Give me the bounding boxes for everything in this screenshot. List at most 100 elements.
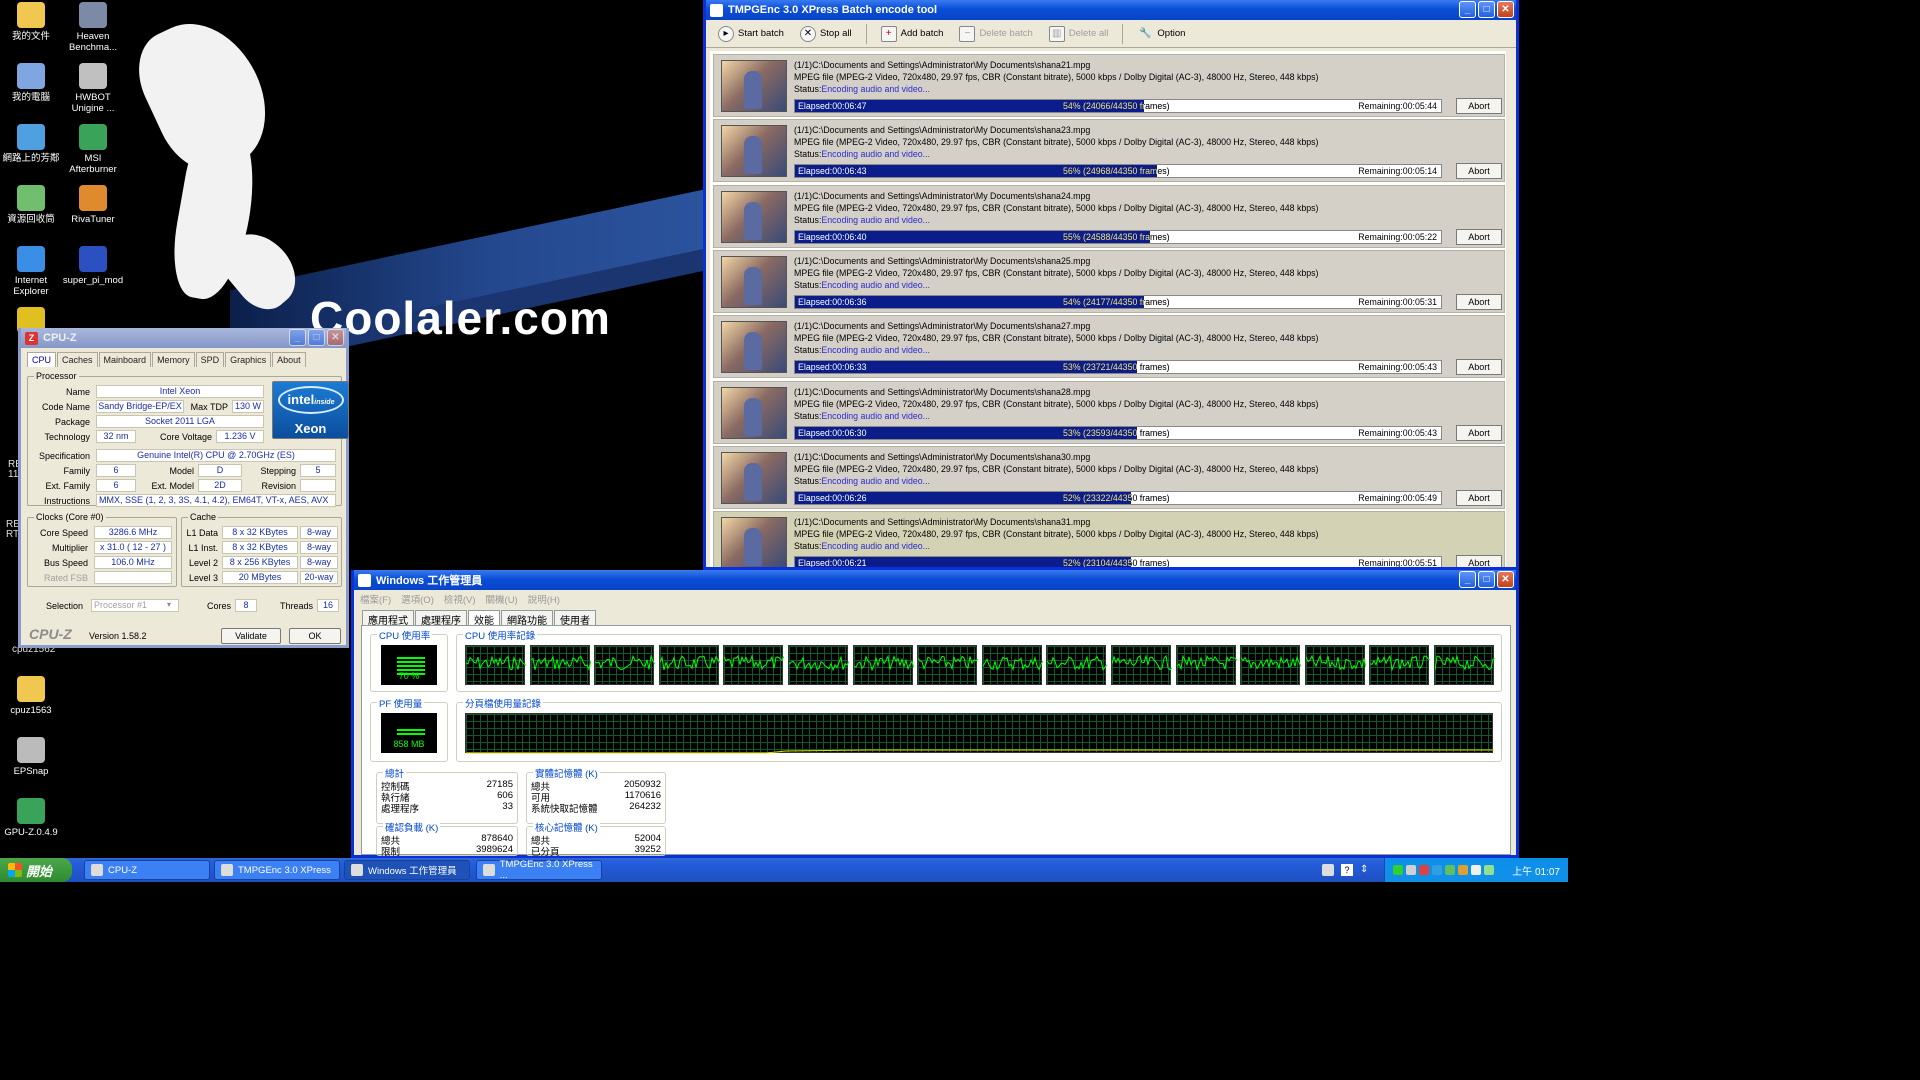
tray-icon[interactable] (1458, 865, 1468, 875)
maximize-button[interactable]: □ (1478, 571, 1495, 588)
ok-button[interactable]: OK (289, 628, 341, 644)
taskbar-button[interactable]: CPU-Z (84, 860, 210, 880)
minimize-button[interactable]: _ (1459, 571, 1476, 588)
desktop-icon[interactable]: RivaTuner (62, 185, 124, 225)
help-icon[interactable]: ? (1341, 864, 1353, 876)
minimize-button[interactable]: _ (289, 329, 306, 346)
batch-job-row[interactable]: (1/1)C:\Documents and Settings\Administr… (713, 249, 1505, 313)
ext-family-value: 6 (96, 479, 136, 492)
option-button[interactable]: 🔧 Option (1131, 24, 1191, 44)
job-status: Status:Encoding audio and video... (794, 280, 930, 290)
tab-about[interactable]: About (272, 352, 306, 367)
language-bar-icon[interactable]: ⇕ (1360, 864, 1370, 876)
desktop-icon[interactable]: 我的電腦 (0, 63, 62, 103)
batch-job-row[interactable]: (1/1)C:\Documents and Settings\Administr… (713, 380, 1505, 444)
pf-usage-gauge: 858 MB (381, 713, 437, 753)
batch-job-row[interactable]: (1/1)C:\Documents and Settings\Administr… (713, 119, 1505, 183)
validate-button[interactable]: Validate (221, 628, 281, 644)
batch-job-row[interactable]: (1/1)C:\Documents and Settings\Administr… (713, 184, 1505, 248)
totals-group: 總計 控制碼 27185 執行緒 606 處理程序 33 (376, 766, 518, 824)
chevron-down-icon[interactable]: ▾ (167, 600, 171, 609)
tray-icon[interactable] (1484, 865, 1494, 875)
desktop-icon[interactable]: Internet Explorer (0, 246, 62, 297)
abort-button[interactable]: Abort (1456, 555, 1502, 567)
menu-item[interactable]: 檢視(V) (444, 592, 476, 606)
batch-job-row[interactable]: (1/1)C:\Documents and Settings\Administr… (713, 445, 1505, 509)
desktop-icon[interactable]: super_pi_mod (62, 246, 124, 286)
menu-item[interactable]: 選項(O) (401, 592, 434, 606)
tab-memory[interactable]: Memory (152, 352, 195, 367)
abort-button[interactable]: Abort (1456, 424, 1502, 441)
tray-icon[interactable] (1432, 865, 1442, 875)
desktop-icon[interactable]: MSI Afterburner (62, 124, 124, 175)
job-elapsed: Elapsed:00:06:36 (798, 296, 867, 307)
menu-item[interactable]: 檔案(F) (360, 592, 391, 606)
keyboard-icon[interactable] (1322, 864, 1334, 876)
technology-label: Technology (44, 432, 90, 442)
tray-icon[interactable] (1419, 865, 1429, 875)
abort-button[interactable]: Abort (1456, 98, 1502, 114)
tab-cpu[interactable]: CPU (27, 352, 57, 367)
cache-group: Cache L1 Data 8 x 32 KBytes 8-way L1 Ins… (181, 512, 342, 587)
volume-icon[interactable] (1471, 865, 1481, 875)
batch-job-row[interactable]: (1/1)C:\Documents and Settings\Administr… (713, 54, 1505, 117)
clock[interactable]: 上午 01:07 (1512, 863, 1560, 878)
menu-item[interactable]: 說明(H) (528, 592, 560, 606)
desktop-icon[interactable]: Heaven Benchma... (62, 2, 124, 53)
tab-mainboard[interactable]: Mainboard (98, 352, 152, 367)
maximize-button[interactable]: □ (308, 329, 325, 346)
level3-way: 20-way (300, 571, 338, 584)
desktop-icon[interactable]: cpuz1563 (0, 676, 62, 716)
performance-panel: CPU 使用率 70 % CPU 使用率記錄 PF 使用量 858 MB 分頁檔… (361, 625, 1511, 858)
batch-job-list[interactable]: (1/1)C:\Documents and Settings\Administr… (710, 51, 1506, 567)
delete-batch-button[interactable]: − Delete batch (953, 24, 1038, 44)
model-value: D (198, 464, 242, 477)
batch-job-row[interactable]: (1/1)C:\Documents and Settings\Administr… (713, 315, 1505, 379)
taskbar-button[interactable]: TMPGEnc 3.0 XPress ... (476, 859, 602, 881)
maximize-button[interactable]: □ (1478, 1, 1495, 18)
abort-button[interactable]: Abort (1456, 228, 1502, 245)
tmpgenc-titlebar[interactable]: TMPGEnc 3.0 XPress Batch encode tool _ □… (706, 0, 1516, 20)
menu-item[interactable]: 關機(U) (486, 592, 518, 606)
abort-button[interactable]: Abort (1456, 489, 1502, 506)
tab-caches[interactable]: Caches (57, 352, 98, 367)
desktop-icon[interactable]: EPSnap (0, 737, 62, 777)
job-status: Status:Encoding audio and video... (794, 84, 930, 94)
video-thumbnail (721, 517, 787, 567)
tray-icon[interactable] (1393, 865, 1403, 875)
batch-job-row[interactable]: (1/1)C:\Documents and Settings\Administr… (713, 511, 1505, 567)
job-progress-bar: Elapsed:00:06:40 55% (24588/44350 frames)… (794, 229, 1442, 244)
stop-all-button[interactable]: ✕ Stop all (794, 24, 858, 44)
close-button[interactable]: ✕ (327, 329, 344, 346)
delete-all-button[interactable]: ▥ Delete all (1043, 24, 1115, 44)
ext-model-label: Ext. Model (151, 481, 194, 491)
desktop-icon[interactable]: 網路上的芳鄰 (0, 124, 62, 164)
task-manager-titlebar[interactable]: Windows 工作管理員 _ □ ✕ (354, 570, 1516, 590)
abort-button[interactable]: Abort (1456, 293, 1502, 310)
cpuz-titlebar[interactable]: Z CPU-Z _ □ ✕ (21, 328, 346, 348)
taskbar-button[interactable]: TMPGEnc 3.0 XPress (214, 860, 340, 880)
desktop-icon[interactable]: 資源回收筒 (0, 185, 62, 225)
desktop-icon[interactable]: 我的文件 (0, 2, 62, 42)
start-batch-button[interactable]: ▸ Start batch (712, 24, 790, 44)
tray-icon[interactable] (1445, 865, 1455, 875)
cpu-core-graph (529, 645, 591, 685)
taskbar-button[interactable]: Windows 工作管理員 (344, 860, 470, 880)
abort-button[interactable]: Abort (1456, 163, 1502, 180)
processor-select[interactable]: Processor #1 (91, 599, 179, 612)
tab-spd[interactable]: SPD (195, 352, 225, 367)
abort-button[interactable]: Abort (1456, 359, 1502, 376)
minimize-button[interactable]: _ (1459, 1, 1476, 18)
add-batch-button[interactable]: + Add batch (875, 24, 950, 44)
family-label: Family (63, 466, 91, 476)
tab-graphics[interactable]: Graphics (225, 352, 272, 367)
job-elapsed: Elapsed:00:06:40 (798, 231, 867, 242)
desktop-icon[interactable]: HWBOT Unigine ... (62, 63, 124, 114)
desktop-icon[interactable]: GPU-Z.0.4.9 (0, 798, 62, 838)
app-icon (483, 864, 495, 876)
tray-icon[interactable] (1406, 865, 1416, 875)
cpu-core-line (982, 655, 1043, 672)
close-button[interactable]: ✕ (1497, 571, 1514, 588)
start-button[interactable]: 開始 (0, 858, 72, 882)
close-button[interactable]: ✕ (1497, 1, 1514, 18)
